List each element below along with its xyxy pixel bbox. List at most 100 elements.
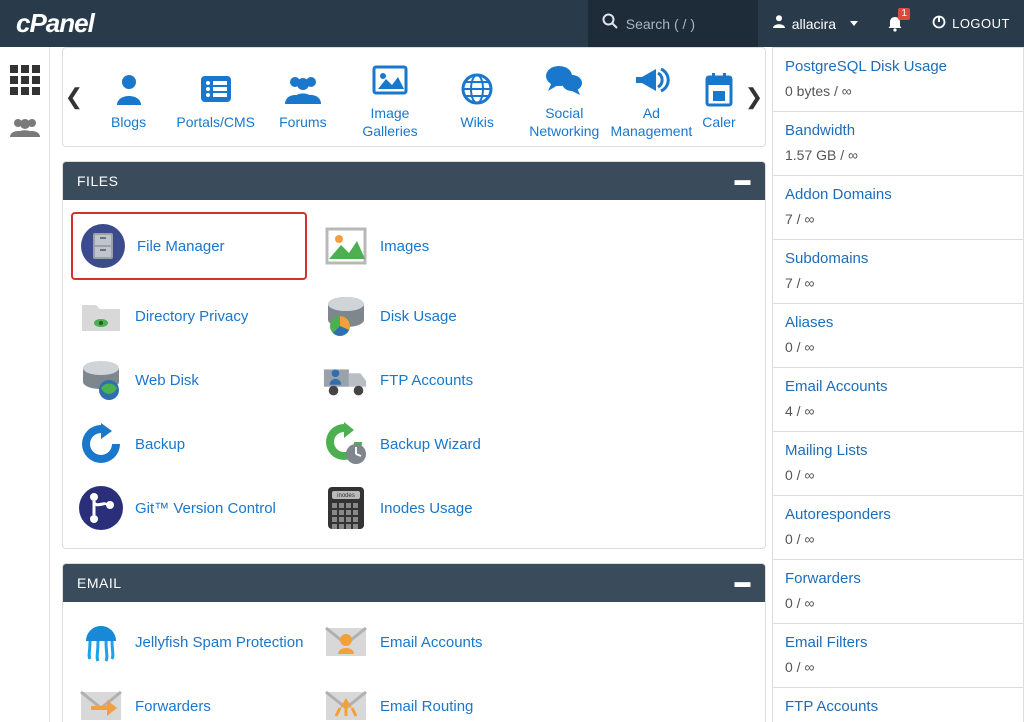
feature-item[interactable]: File Manager [71,212,307,280]
stat-value: 7 / ∞ [785,275,1011,291]
stats-sidebar: PostgreSQL Disk Usage0 bytes / ∞ Bandwidt… [772,47,1024,722]
people-icon [283,69,323,109]
quicknav-item-label: Blogs [111,113,146,131]
section-body: File Manager Images Directory Privacy Disk … [63,200,765,548]
feature-item[interactable]: Backup [71,412,316,476]
stat-row: FTP Accounts [772,688,1024,722]
stat-value: 0 / ∞ [785,659,1011,675]
feature-item[interactable]: FTP Accounts [316,348,561,412]
feature-item[interactable]: Email Routing [316,674,561,722]
feature-item-label: Inodes Usage [380,500,473,517]
stat-value: 0 / ∞ [785,467,1011,483]
quicknav-item-label: Wikis [460,113,493,131]
list-icon [198,69,234,109]
quicknav-item-label: Forums [279,113,326,131]
stat-title[interactable]: Email Filters [785,634,1011,651]
stat-title[interactable]: Email Accounts [785,378,1011,395]
notifications-button[interactable]: 1 [872,0,918,47]
section-header[interactable]: FILES ▬ [63,162,765,200]
feature-item-label: Directory Privacy [135,308,248,325]
strip-next-button[interactable]: ❯ [743,48,765,146]
stat-value: 7 / ∞ [785,211,1011,227]
search-area[interactable]: Search ( / ) [588,0,758,47]
feature-item[interactable]: Git™ Version Control [71,476,316,540]
jellyfish-icon [77,618,125,666]
feature-item[interactable]: Email Accounts [316,610,561,674]
feature-item-label: Forwarders [135,698,211,715]
quicknav-item[interactable]: SocialNetworking [521,48,608,146]
disk-globe-icon [77,356,125,404]
logout-button[interactable]: LOGOUT [918,0,1024,47]
section-title: EMAIL [77,575,122,591]
feature-item-label: Git™ Version Control [135,500,276,517]
feature-item-label: Email Routing [380,698,473,715]
quicknav-item[interactable]: Wikis [434,48,521,146]
quicknav-item[interactable]: ImageGalleries [346,48,433,146]
section-title: FILES [77,173,118,189]
user-icon [772,14,786,33]
collapse-icon[interactable]: ▬ [735,574,752,592]
section-header[interactable]: EMAIL ▬ [63,564,765,602]
inodes-calc-icon: inodes [322,484,370,532]
section-panel: FILES ▬ File Manager Images Directory Privac… [62,161,766,549]
svg-text:inodes: inodes [337,493,355,499]
group-people-icon[interactable] [10,117,40,142]
chat-icon [544,60,584,100]
quicknav-item[interactable]: Forums [259,48,346,146]
quicknav-item-label: ImageGalleries [362,104,417,140]
git-icon [77,484,125,532]
feature-item-label: File Manager [137,238,225,255]
envelope-route-icon [322,682,370,722]
quicknav-item[interactable]: Portals/CMS [172,48,259,146]
calendar-icon [704,69,734,109]
apps-grid-icon[interactable] [10,65,40,95]
collapse-icon[interactable]: ▬ [735,172,752,190]
feature-item[interactable]: Forwarders [71,674,316,722]
stat-row: Mailing Lists 0 / ∞ [772,432,1024,496]
stat-title[interactable]: Autoresponders [785,506,1011,523]
quicknav-item-label: Caler [702,113,735,131]
folder-eye-icon [77,292,125,340]
feature-item[interactable]: Backup Wizard [316,412,561,476]
quick-nav-strip: ❮ Blogs Portals/CMS Forums ImageGalleries Wi… [62,47,766,147]
stat-title[interactable]: Forwarders [785,570,1011,587]
stat-title[interactable]: PostgreSQL Disk Usage [785,58,1011,75]
stat-title[interactable]: FTP Accounts [785,698,1011,715]
stat-row: Forwarders 0 / ∞ [772,560,1024,624]
section-body: Jellyfish Spam Protection Email Accounts F… [63,602,765,722]
notification-badge: 1 [898,8,910,20]
feature-item-label: Backup Wizard [380,436,481,453]
feature-item[interactable]: inodes Inodes Usage [316,476,561,540]
feature-item[interactable]: Jellyfish Spam Protection [71,610,316,674]
quicknav-item[interactable]: Caler [695,48,743,146]
stat-title[interactable]: Mailing Lists [785,442,1011,459]
feature-item-label: Email Accounts [380,634,483,651]
photo-icon [322,222,370,270]
left-rail [0,47,50,722]
feature-item[interactable]: Directory Privacy [71,284,316,348]
stat-title[interactable]: Addon Domains [785,186,1011,203]
feature-item-label: Images [380,238,429,255]
feature-item[interactable]: Web Disk [71,348,316,412]
user-icon [111,69,147,109]
logout-label: LOGOUT [952,16,1010,31]
quicknav-item[interactable]: Blogs [85,48,172,146]
stat-row: PostgreSQL Disk Usage0 bytes / ∞ [772,48,1024,112]
stat-row: Email Filters 0 / ∞ [772,624,1024,688]
bullhorn-icon [632,60,670,100]
feature-item[interactable]: Images [316,208,561,284]
image-icon [372,60,408,100]
stat-title[interactable]: Bandwidth [785,122,1011,139]
logout-icon [932,15,946,32]
stat-value: 4 / ∞ [785,403,1011,419]
disk-pie-icon [322,292,370,340]
strip-prev-button[interactable]: ❮ [63,48,85,146]
stat-title[interactable]: Subdomains [785,250,1011,267]
stat-title[interactable]: Aliases [785,314,1011,331]
feature-item[interactable]: Disk Usage [316,284,561,348]
user-menu[interactable]: allacira [758,0,872,47]
quicknav-item[interactable]: AdManagement [608,48,695,146]
cpanel-logo[interactable] [0,8,588,39]
stat-value: 0 / ∞ [785,595,1011,611]
envelope-fwd-icon [77,682,125,722]
